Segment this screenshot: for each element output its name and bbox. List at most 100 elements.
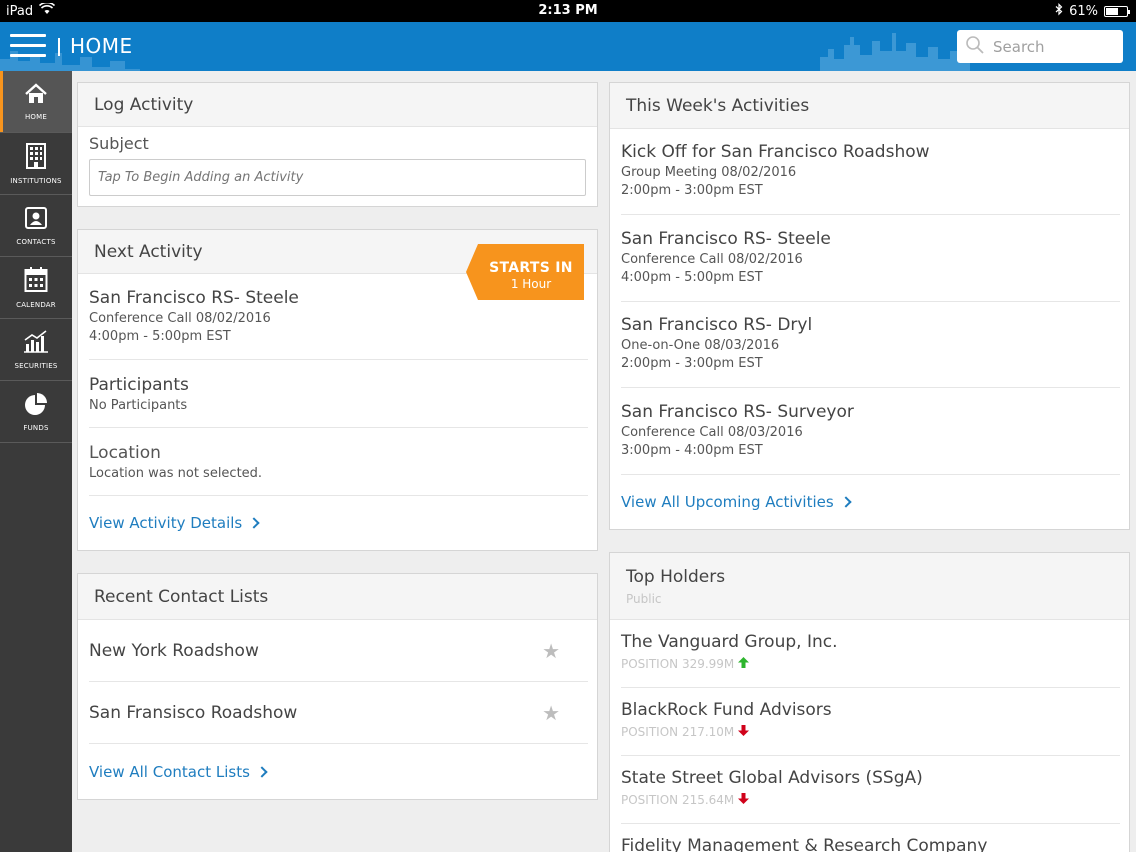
app-header: HOME: [0, 22, 1136, 71]
chevron-right-icon: [248, 517, 260, 529]
log-activity-card: Log Activity Subject: [77, 82, 598, 207]
activity-title: San Francisco RS- Dryl: [621, 315, 813, 335]
activity-time: 2:00pm - 3:00pm EST: [621, 356, 763, 371]
location-value: Location was not selected.: [89, 466, 263, 481]
list-name: San Fransisco Roadshow: [89, 702, 298, 723]
battery-percent: 61%: [1069, 4, 1098, 19]
subject-label: Subject: [89, 134, 149, 153]
subject-input[interactable]: [89, 159, 586, 196]
bluetooth-icon: [1055, 3, 1063, 20]
star-icon[interactable]: ★: [542, 701, 560, 725]
sidebar-item-calendar[interactable]: CALENDAR: [0, 257, 72, 319]
list-name: New York Roadshow: [89, 640, 259, 661]
sidebar-item-contacts[interactable]: CONTACTS: [0, 195, 72, 257]
holder-row[interactable]: State Street Global Advisors (SSgA) POSI…: [621, 768, 1120, 824]
activity-time: 3:00pm - 4:00pm EST: [621, 443, 763, 458]
arrow-down-icon: [738, 725, 750, 739]
activity-type: One-on-One 08/03/2016: [621, 338, 780, 353]
sidebar-item-label: HOME: [24, 112, 48, 121]
menu-button[interactable]: [10, 34, 46, 60]
star-icon[interactable]: ★: [542, 639, 560, 663]
holder-name: BlackRock Fund Advisors: [621, 700, 832, 720]
bar-chart-icon: [23, 329, 49, 358]
card-title: Next Activity: [94, 241, 203, 262]
holder-name: The Vanguard Group, Inc.: [621, 632, 838, 652]
activity-title: San Francisco RS- Steele: [621, 229, 831, 249]
card-header: Top Holders Public: [610, 553, 1129, 620]
search-box[interactable]: [957, 30, 1123, 63]
link-label: View Activity Details: [89, 514, 243, 532]
recent-contact-lists-card: Recent Contact Lists New York Roadshow ★…: [77, 573, 598, 800]
activity-time: 2:00pm - 3:00pm EST: [621, 183, 763, 198]
participants-section: Participants No Participants: [89, 375, 588, 428]
holder-position: POSITION 215.64M: [621, 793, 735, 807]
view-all-contact-lists-link[interactable]: View All Contact Lists: [89, 763, 268, 781]
clock: 2:13 PM: [538, 3, 598, 18]
card-subtitle: Public: [626, 591, 662, 606]
list-item[interactable]: San Fransisco Roadshow ★: [89, 682, 588, 744]
list-item[interactable]: New York Roadshow ★: [89, 620, 588, 682]
badge-value: 1 Hour: [510, 277, 552, 291]
starts-in-badge: STARTS IN 1 Hour: [466, 244, 584, 300]
holder-row[interactable]: BlackRock Fund Advisors POSITION 217.10M: [621, 700, 1120, 756]
card-header: Recent Contact Lists: [78, 574, 597, 620]
card-header: Log Activity: [78, 83, 597, 127]
holder-name: Fidelity Management & Research Company: [621, 836, 988, 852]
card-title: This Week's Activities: [626, 95, 810, 116]
sidebar-item-institutions[interactable]: INSTITUTIONS: [0, 133, 72, 195]
view-all-upcoming-activities-link[interactable]: View All Upcoming Activities: [621, 493, 852, 511]
header-divider: [58, 38, 60, 56]
search-icon: [965, 35, 985, 59]
sidebar-item-funds[interactable]: FUNDS: [0, 381, 72, 443]
top-holders-card: Top Holders Public The Vanguard Group, I…: [609, 552, 1130, 852]
activity-item[interactable]: San Francisco RS- Dryl One-on-One 08/03/…: [621, 315, 1120, 388]
sidebar-item-label: INSTITUTIONS: [10, 176, 62, 185]
activity-item[interactable]: San Francisco RS- Steele Conference Call…: [621, 229, 1120, 302]
holder-name: State Street Global Advisors (SSgA): [621, 768, 923, 788]
calendar-icon: [24, 266, 48, 297]
sidebar-item-label: CONTACTS: [16, 237, 56, 246]
sidebar-item-home[interactable]: HOME: [0, 71, 72, 133]
page-title: HOME: [70, 34, 133, 58]
search-input[interactable]: [993, 37, 1113, 56]
pie-chart-icon: [24, 392, 48, 420]
city-skyline-icon: [820, 33, 970, 71]
participants-value: No Participants: [89, 398, 188, 413]
holder-position: POSITION 329.99M: [621, 657, 735, 671]
activity-time: 4:00pm - 5:00pm EST: [89, 329, 231, 344]
sidebar-item-label: FUNDS: [23, 423, 49, 432]
activity-type: Conference Call 08/02/2016: [621, 252, 803, 267]
building-icon: [25, 142, 47, 173]
sidebar-nav: HOME INSTITUTIONS CONTACTS CALENDAR SECU…: [0, 71, 72, 852]
card-title: Log Activity: [94, 94, 194, 115]
card-title: Recent Contact Lists: [94, 586, 269, 607]
activity-type: Group Meeting 08/02/2016: [621, 165, 797, 180]
activity-item[interactable]: Kick Off for San Francisco Roadshow Grou…: [621, 142, 1120, 215]
badge-label: STARTS IN: [489, 260, 573, 276]
card-title: Top Holders: [626, 566, 726, 587]
participants-label: Participants: [89, 375, 189, 395]
holder-row[interactable]: Fidelity Management & Research Company: [621, 836, 1120, 852]
location-section: Location Location was not selected.: [89, 443, 588, 496]
link-label: View All Contact Lists: [89, 763, 250, 781]
card-header: This Week's Activities: [610, 83, 1129, 129]
sidebar-item-label: CALENDAR: [16, 300, 56, 309]
contact-card-icon: [24, 206, 48, 234]
chevron-right-icon: [840, 496, 852, 508]
arrow-down-icon: [738, 793, 750, 807]
week-activities-card: This Week's Activities Kick Off for San …: [609, 82, 1130, 530]
location-label: Location: [89, 443, 161, 463]
holder-row[interactable]: The Vanguard Group, Inc. POSITION 329.99…: [621, 632, 1120, 688]
chevron-right-icon: [256, 766, 268, 778]
activity-item[interactable]: San Francisco RS- Surveyor Conference Ca…: [621, 402, 1120, 475]
view-activity-details-link[interactable]: View Activity Details: [89, 514, 260, 532]
sidebar-item-label: SECURITIES: [14, 361, 58, 370]
home-icon: [24, 82, 48, 109]
battery-icon: [1104, 6, 1130, 17]
link-label: View All Upcoming Activities: [621, 493, 834, 511]
holder-position: POSITION 217.10M: [621, 725, 735, 739]
activity-type: Conference Call 08/03/2016: [621, 425, 803, 440]
status-bar: iPad 2:13 PM 61%: [0, 0, 1136, 22]
activity-type: Conference Call 08/02/2016: [89, 311, 271, 326]
sidebar-item-securities[interactable]: SECURITIES: [0, 319, 72, 381]
